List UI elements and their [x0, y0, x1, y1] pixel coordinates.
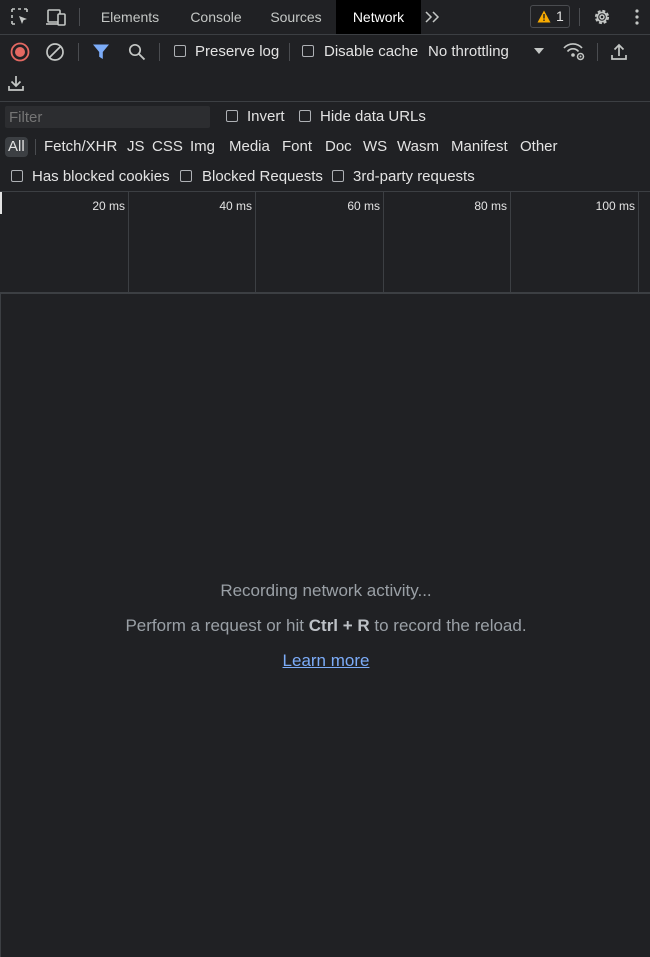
- toolbar-divider: [79, 8, 80, 26]
- type-filter-img[interactable]: Img: [190, 137, 215, 157]
- type-filter-js[interactable]: JS: [127, 137, 145, 157]
- empty-state-hint: Perform a request or hit Ctrl + R to rec…: [1, 616, 650, 636]
- network-conditions-icon[interactable]: [562, 41, 586, 61]
- invert-label: Invert: [247, 108, 285, 125]
- toolbar-divider: [579, 8, 580, 26]
- has-blocked-cookies-checkbox[interactable]: [11, 170, 23, 182]
- import-har-upload-icon[interactable]: [610, 42, 628, 62]
- warning-icon: [537, 10, 551, 23]
- chevron-down-icon[interactable]: [533, 47, 545, 55]
- toolbar-divider: [597, 43, 598, 61]
- type-filter-manifest[interactable]: Manifest: [451, 137, 508, 157]
- timeline-tick-label: 80 ms: [474, 199, 507, 213]
- settings-gear-icon[interactable]: [592, 7, 612, 27]
- toolbar-divider: [78, 43, 79, 61]
- type-filter-css[interactable]: CSS: [152, 137, 183, 157]
- blocked-requests-label: Blocked Requests: [202, 168, 323, 185]
- device-toolbar-icon[interactable]: [45, 7, 67, 27]
- empty-state-title: Recording network activity...: [220, 581, 432, 600]
- timeline-tick-label: 60 ms: [347, 199, 380, 213]
- timeline-cursor[interactable]: [0, 192, 2, 214]
- preserve-log-label: Preserve log: [195, 43, 280, 60]
- filter-input[interactable]: [5, 106, 210, 128]
- tab-console[interactable]: Console: [178, 0, 254, 34]
- type-filter-all[interactable]: All: [5, 137, 28, 157]
- timeline-gridline: [255, 192, 256, 292]
- hide-data-urls-checkbox[interactable]: [299, 110, 311, 122]
- warning-count: 1: [556, 8, 564, 24]
- has-blocked-cookies-label: Has blocked cookies: [32, 168, 170, 185]
- type-filter-ws[interactable]: WS: [363, 137, 387, 157]
- type-filter-wasm[interactable]: Wasm: [397, 137, 439, 157]
- request-list-empty: Recording network activity... Perform a …: [0, 294, 650, 957]
- invert-checkbox[interactable]: [226, 110, 238, 122]
- disable-cache-checkbox[interactable]: [302, 45, 314, 57]
- timeline-gridline: [638, 192, 639, 292]
- tab-elements[interactable]: Elements: [88, 0, 172, 34]
- export-har-download-icon[interactable]: [7, 73, 25, 93]
- network-toolbar: Preserve log Disable cache No throttling: [0, 35, 650, 102]
- timeline-tick-label: 40 ms: [219, 199, 252, 213]
- more-options-kebab-icon[interactable]: [632, 8, 642, 26]
- type-filter-other[interactable]: Other: [520, 137, 558, 157]
- type-filter-font[interactable]: Font: [282, 137, 312, 157]
- tab-sources[interactable]: Sources: [260, 0, 332, 34]
- type-filter-divider: [35, 139, 36, 155]
- tab-network[interactable]: Network: [336, 0, 421, 34]
- hide-data-urls-label: Hide data URLs: [320, 108, 426, 125]
- type-filter-fetch-xhr[interactable]: Fetch/XHR: [44, 137, 117, 157]
- third-party-requests-label: 3rd-party requests: [353, 168, 475, 185]
- search-icon[interactable]: [127, 42, 147, 62]
- warnings-counter[interactable]: 1: [530, 5, 570, 28]
- empty-state-hint-prefix: Perform a request or hit: [125, 616, 309, 635]
- disable-cache-label: Disable cache: [324, 43, 419, 60]
- timeline-gridline: [383, 192, 384, 292]
- stop-recording-icon[interactable]: [10, 42, 30, 62]
- timeline-tick-label: 100 ms: [595, 199, 635, 213]
- type-filter-doc[interactable]: Doc: [325, 137, 352, 157]
- type-filter-media[interactable]: Media: [229, 137, 270, 157]
- preserve-log-checkbox[interactable]: [174, 45, 186, 57]
- filter-funnel-icon[interactable]: [92, 43, 110, 61]
- toolbar-divider: [159, 43, 160, 61]
- timeline-gridline: [510, 192, 511, 292]
- learn-more-link[interactable]: Learn more: [1, 651, 650, 671]
- throttling-select[interactable]: No throttling: [428, 43, 509, 60]
- third-party-requests-checkbox[interactable]: [332, 170, 344, 182]
- empty-state-hint-suffix: to record the reload.: [369, 616, 527, 635]
- inspect-element-icon[interactable]: [10, 7, 30, 27]
- timeline-gridline: [128, 192, 129, 292]
- timeline-tick-label: 20 ms: [92, 199, 125, 213]
- blocked-requests-checkbox[interactable]: [180, 170, 192, 182]
- devtools-tab-bar: Elements Console Sources Network 1: [0, 0, 650, 35]
- more-tabs-chevron-icon[interactable]: [424, 10, 442, 24]
- clear-log-icon[interactable]: [45, 42, 65, 62]
- reload-shortcut: Ctrl + R: [308, 616, 370, 635]
- toolbar-divider: [289, 43, 290, 61]
